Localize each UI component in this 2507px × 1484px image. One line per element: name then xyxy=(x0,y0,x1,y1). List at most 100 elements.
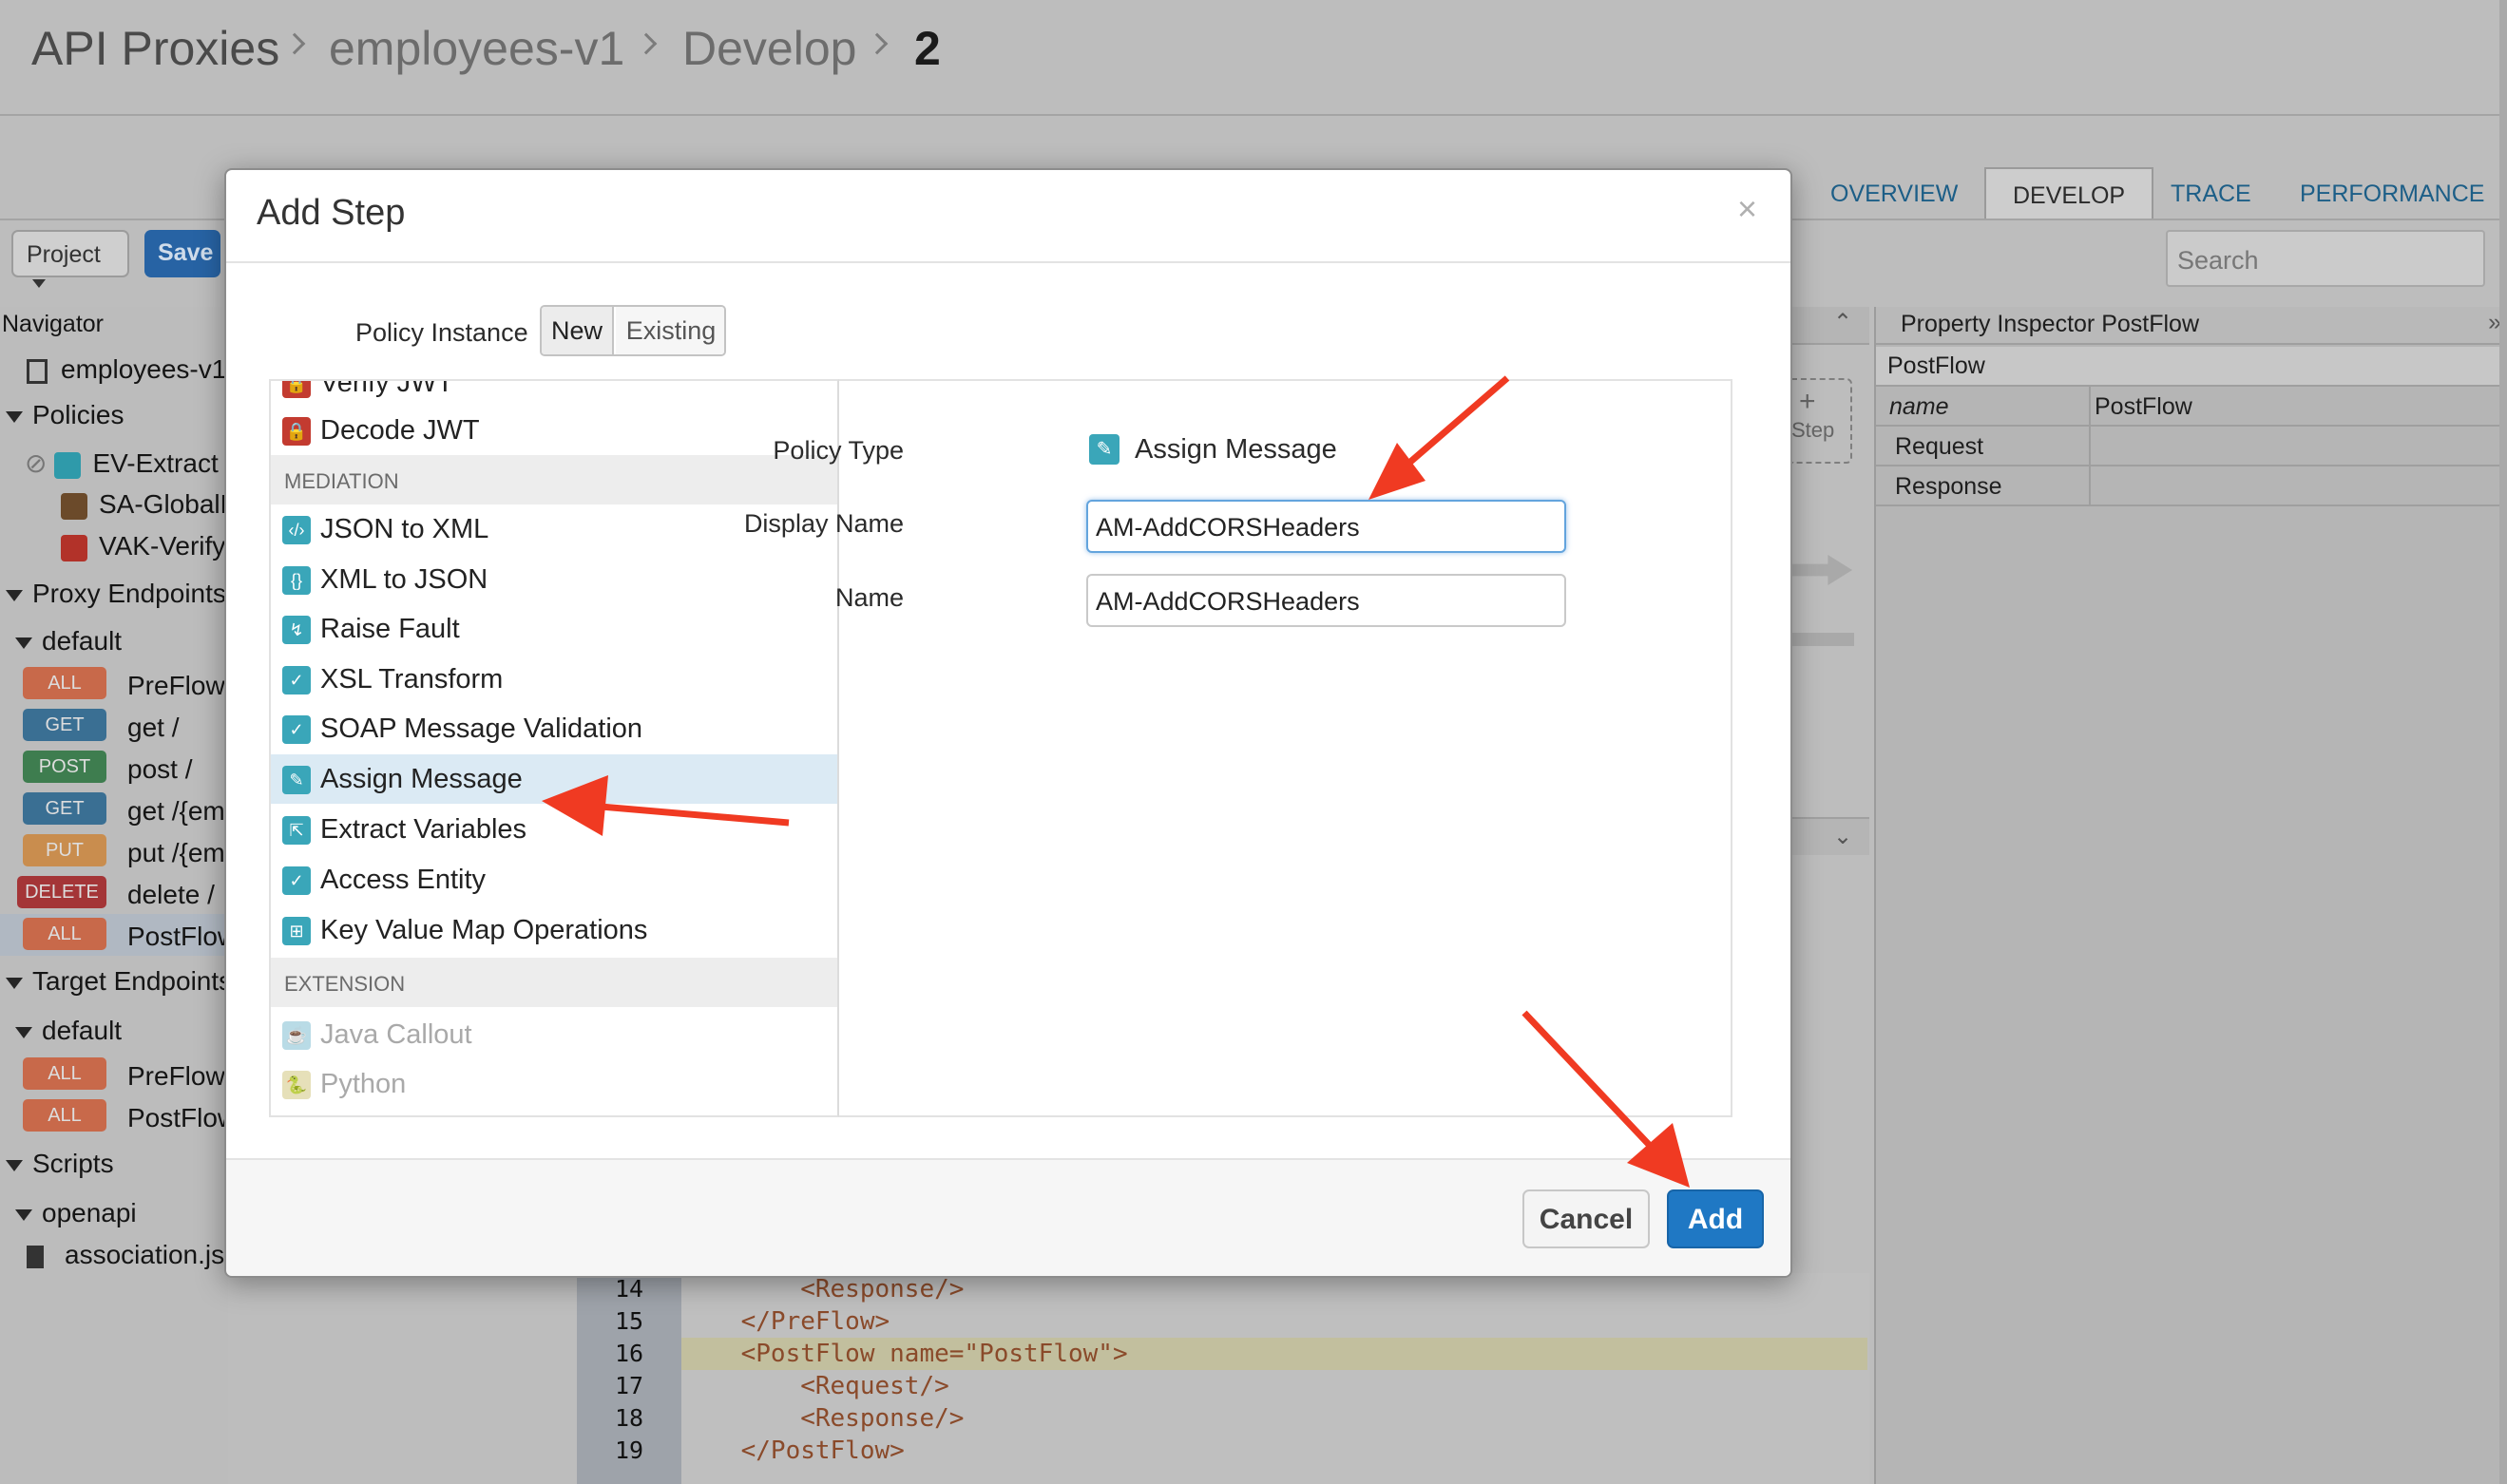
flow-item[interactable]: POST post / xyxy=(0,747,228,789)
scrollbar[interactable] xyxy=(2499,0,2507,1484)
triangle-down-icon xyxy=(6,1159,23,1171)
lock-icon xyxy=(61,534,87,561)
line-number: 17 xyxy=(577,1370,681,1402)
save-button[interactable]: Save xyxy=(144,230,220,277)
flow-item[interactable]: PUT put /{em xyxy=(0,830,228,872)
script-file-label: association.js xyxy=(65,1240,225,1269)
instance-new-button[interactable]: New xyxy=(542,307,614,354)
java-icon: ☕ xyxy=(282,1021,311,1050)
cloud-check-icon: ✓ xyxy=(282,666,311,694)
search-input[interactable]: Search xyxy=(2166,230,2485,287)
policy-list-item[interactable]: ✓ XSL Transform xyxy=(271,655,837,704)
flow-item[interactable]: ALL PreFlow xyxy=(0,663,228,705)
flow-item[interactable]: ALL PreFlow xyxy=(0,1054,228,1095)
line-number: 19 xyxy=(577,1435,681,1467)
target-endpoints-section[interactable]: Target Endpoints xyxy=(0,961,228,1002)
policy-list-item[interactable]: ✓ Access Entity xyxy=(271,855,837,904)
target-endpoints-label: Target Endpoints xyxy=(32,966,228,996)
inspector-value[interactable]: PostFlow xyxy=(2089,387,2507,427)
inspector-row[interactable]: name PostFlow xyxy=(1876,387,2507,427)
collapse-down-icon[interactable]: ⌄ xyxy=(1833,823,1852,850)
breadcrumb-api-proxies[interactable]: API Proxies xyxy=(31,21,279,76)
scripts-section[interactable]: Scripts xyxy=(0,1143,228,1185)
policy-list-item[interactable]: 🔒 Verify JWT xyxy=(271,379,837,408)
inspector-key: Response xyxy=(1895,473,2002,500)
policy-item[interactable]: SA-GlobalR xyxy=(0,484,228,525)
cloud-check-icon: ✓ xyxy=(282,866,311,895)
caret-down-icon xyxy=(32,278,46,288)
fault-icon: ↯ xyxy=(282,616,311,644)
script-file[interactable]: association.js xyxy=(0,1234,228,1276)
add-step-placeholder[interactable]: + Step xyxy=(1791,378,1852,464)
verb-badge: ALL xyxy=(23,1057,106,1090)
proxy-default[interactable]: default xyxy=(0,620,228,662)
scripts-folder[interactable]: openapi xyxy=(0,1192,228,1234)
policy-list-label: Verify JWT xyxy=(320,379,454,398)
close-icon[interactable]: × xyxy=(1737,189,1757,229)
navigator-root[interactable]: employees-v1 xyxy=(0,349,228,390)
flow-label: PostFlow xyxy=(127,922,228,951)
policy-list-label: Key Value Map Operations xyxy=(320,915,648,945)
project-menu-button[interactable]: Project xyxy=(11,230,129,288)
collapse-up-icon[interactable]: ⌃ xyxy=(1833,309,1852,336)
flow-label: get / xyxy=(127,713,180,742)
target-default[interactable]: default xyxy=(0,1010,228,1052)
policy-instance-toggle: New Existing xyxy=(540,305,726,356)
project-label: Project xyxy=(27,241,101,268)
chevron-right-icon xyxy=(866,32,889,55)
policy-list-item[interactable]: ⇱ Extract Variables xyxy=(271,805,837,854)
name-label: Name xyxy=(834,583,904,612)
policy-item[interactable]: ⊘ EV-Extract xyxy=(0,442,228,484)
flow-item[interactable]: ALL PostFlow xyxy=(0,914,228,956)
lock-icon: 🔒 xyxy=(282,417,311,446)
breadcrumb-proxy[interactable]: employees-v1 xyxy=(329,21,624,76)
policy-list-item[interactable]: ☕ Java Callout xyxy=(271,1010,837,1059)
flow-label: PostFlow xyxy=(127,1103,228,1132)
name-input[interactable]: AM-AddCORSHeaders xyxy=(1086,574,1566,627)
triangle-down-icon xyxy=(15,637,32,649)
policy-type-value: Assign Message xyxy=(1135,434,1337,465)
triangle-down-icon xyxy=(6,589,23,601)
inspector-value[interactable] xyxy=(2089,466,2507,506)
policy-list-label: SOAP Message Validation xyxy=(320,713,643,744)
flow-label: put /{em xyxy=(127,838,225,867)
tab-trace[interactable]: TRACE xyxy=(2144,167,2278,219)
inspector-key: name xyxy=(1889,393,1949,420)
code-line: <Request/> xyxy=(681,1372,949,1400)
policy-form-pane xyxy=(839,379,1732,1117)
plus-icon: + xyxy=(1799,386,1816,417)
tab-overview[interactable]: OVERVIEW xyxy=(1804,167,1984,219)
flow-item[interactable]: GET get / xyxy=(0,705,228,747)
flow-item[interactable]: ALL PostFlow xyxy=(0,1095,228,1137)
instance-existing-button[interactable]: Existing xyxy=(616,307,724,354)
line-number xyxy=(577,1467,681,1484)
tab-performance[interactable]: PERFORMANCE xyxy=(2273,167,2507,219)
scripts-label: Scripts xyxy=(32,1149,114,1178)
policy-list-item[interactable]: ⊞ Key Value Map Operations xyxy=(271,905,837,955)
display-name-input[interactable]: AM-AddCORSHeaders xyxy=(1086,500,1566,553)
inspector-row[interactable]: Response xyxy=(1876,466,2507,506)
verb-badge: DELETE xyxy=(17,876,106,908)
add-button[interactable]: Add xyxy=(1667,1189,1764,1248)
policy-list[interactable]: 🔒 Verify JWT 🔒 Decode JWT MEDIATION ‹/› JSO… xyxy=(269,379,839,1117)
inspector-title-label: Property Inspector PostFlow xyxy=(1901,311,2200,337)
inspector-row[interactable]: Request xyxy=(1876,427,2507,466)
inspector-value[interactable] xyxy=(2089,427,2507,466)
policy-item[interactable]: VAK-Verify xyxy=(0,525,228,567)
flow-item[interactable]: GET get /{em xyxy=(0,789,228,830)
breadcrumb-develop[interactable]: Develop xyxy=(682,21,856,76)
policies-section[interactable]: Policies xyxy=(0,394,228,436)
tab-develop[interactable]: DEVELOP xyxy=(1984,167,2154,219)
cancel-button[interactable]: Cancel xyxy=(1522,1189,1650,1248)
inspector-title: Property Inspector PostFlow » xyxy=(1876,307,2507,345)
verb-badge: GET xyxy=(23,792,106,825)
flow-item[interactable]: DELETE delete / xyxy=(0,872,228,914)
policy-list-item[interactable]: 🐍 Python xyxy=(271,1059,837,1109)
policy-list-item[interactable]: ✓ SOAP Message Validation xyxy=(271,704,837,753)
chart-icon xyxy=(61,492,87,520)
policy-list-item-selected[interactable]: ✎ Assign Message xyxy=(271,754,837,804)
proxy-endpoints-section[interactable]: Proxy Endpoints xyxy=(0,573,228,615)
code-editor[interactable]: 14 <Response/> 15 </PreFlow> 16 <PostFlo… xyxy=(577,1273,1869,1484)
canvas-header: ⌃ xyxy=(1791,307,1869,345)
line-number: 18 xyxy=(577,1402,681,1435)
